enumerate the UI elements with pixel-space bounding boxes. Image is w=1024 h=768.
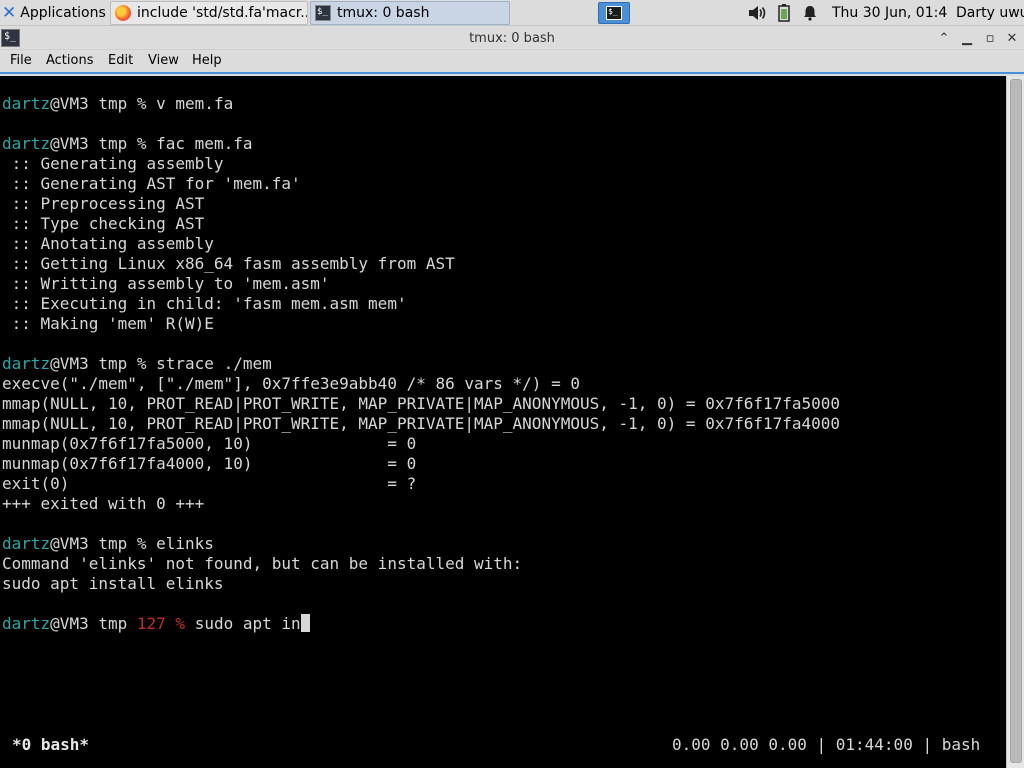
output-line: :: Type checking AST (2, 214, 205, 233)
applications-menu[interactable]: ✕ Applications (0, 0, 110, 26)
notification-bell-icon[interactable] (799, 0, 821, 26)
prompt-host: @VM3 tmp % (50, 134, 157, 153)
menu-help[interactable]: Help (188, 50, 226, 72)
prompt-line: dartz@VM3 tmp % elinks (2, 534, 1002, 554)
menu-actions[interactable]: Actions (42, 50, 98, 72)
output-line: :: Preprocessing AST (2, 194, 205, 213)
prompt-host: @VM3 tmp % (50, 94, 157, 113)
menu-view[interactable]: View (144, 50, 183, 72)
terminal-scrollbar[interactable] (1006, 76, 1024, 768)
output-line: :: Making 'mem' R(W)E (2, 314, 214, 333)
tmux-window-list[interactable]: *0 bash* (12, 735, 89, 755)
maximize-icon[interactable]: ▫ (979, 28, 1001, 49)
prompt-host: @VM3 tmp % (50, 354, 157, 373)
active-prompt-line[interactable]: dartz@VM3 tmp 127 % sudo apt in (2, 614, 1002, 634)
workspace-window-icon: $_ (606, 6, 622, 20)
tmux-status-right: 0.00 0.00 0.00 | 01:44:00 | bash (672, 735, 981, 754)
xfce-logo-icon: ✕ (2, 3, 17, 23)
clock[interactable]: Thu 30 Jun, 01:44 (832, 0, 948, 26)
command-text: v mem.fa (156, 94, 234, 113)
exit-code: 127 % (136, 614, 186, 633)
menu-edit[interactable]: Edit (104, 50, 137, 72)
volume-icon[interactable] (746, 0, 768, 26)
output-line: :: Generating AST for 'mem.fa' (2, 174, 301, 193)
output-line: munmap(0x7f6f17fa5000, 10) = 0 (2, 434, 417, 453)
roll-up-icon[interactable]: ⌃ (933, 28, 955, 49)
window-menu-icon[interactable]: $_ (1, 29, 20, 47)
terminal-output: dartz@VM3 tmp % v mem.fa dartz@VM3 tmp %… (2, 94, 1002, 634)
command-text: strace ./mem (156, 354, 272, 373)
window-title: tmux: 0 bash (469, 31, 555, 46)
prompt-user: dartz (2, 354, 51, 373)
text-cursor (300, 614, 310, 632)
output-line: :: Anotating assembly (2, 234, 214, 253)
prompt-user: dartz (2, 614, 51, 633)
output-line: Command 'elinks' not found, but can be i… (2, 554, 523, 573)
terminal-area[interactable]: dartz@VM3 tmp % v mem.fa dartz@VM3 tmp %… (0, 76, 1006, 768)
command-input[interactable]: sudo apt in (195, 614, 301, 633)
taskbar-item-label: include 'std/std.fa'macr... (137, 5, 307, 21)
output-line: :: Getting Linux x86_64 fasm assembly fr… (2, 254, 455, 273)
prompt-line: dartz@VM3 tmp % v mem.fa (2, 94, 1002, 114)
scrollbar-thumb[interactable] (1010, 79, 1022, 763)
output-line: +++ exited with 0 +++ (2, 494, 205, 513)
applications-label: Applications (20, 5, 106, 21)
menu-file[interactable]: File (6, 50, 36, 72)
taskbar-item-label: tmux: 0 bash (337, 5, 430, 21)
prompt-line: dartz@VM3 tmp % fac mem.fa (2, 134, 1002, 154)
top-panel: ✕ Applications include 'std/std.fa'macr.… (0, 0, 1024, 26)
taskbar-item-tmux[interactable]: $_ tmux: 0 bash (310, 1, 510, 25)
menubar: File Actions Edit View Help (0, 50, 1024, 74)
command-text: elinks (156, 534, 214, 553)
prompt-line: dartz@VM3 tmp % strace ./mem (2, 354, 1002, 374)
output-line: exit(0) = ? (2, 474, 417, 493)
firefox-icon (115, 5, 131, 21)
terminal-icon: $_ (315, 5, 331, 21)
output-line: execve("./mem", ["./mem"], 0x7ffe3e9abb4… (2, 374, 580, 393)
output-line: :: Generating assembly (2, 154, 224, 173)
workspace-switcher[interactable]: $_ (598, 2, 630, 24)
output-line: mmap(NULL, 10, PROT_READ|PROT_WRITE, MAP… (2, 414, 841, 433)
user-menu[interactable]: Darty uwu (956, 0, 1024, 26)
output-line: sudo apt install elinks (2, 574, 224, 593)
command-text: fac mem.fa (156, 134, 253, 153)
output-line: mmap(NULL, 10, PROT_READ|PROT_WRITE, MAP… (2, 394, 841, 413)
prompt-user: dartz (2, 134, 51, 153)
prompt-user: dartz (2, 534, 51, 553)
prompt-user: dartz (2, 94, 51, 113)
window-titlebar[interactable]: tmux: 0 bash $_ ⌃ ▁ ▫ ✕ (0, 27, 1024, 50)
output-line: munmap(0x7f6f17fa4000, 10) = 0 (2, 454, 417, 473)
close-icon[interactable]: ✕ (1001, 28, 1023, 49)
minimize-icon[interactable]: ▁ (956, 28, 978, 49)
output-line: :: Writting assembly to 'mem.asm' (2, 274, 330, 293)
battery-icon[interactable] (773, 0, 795, 26)
taskbar-item-firefox[interactable]: include 'std/std.fa'macr... (110, 1, 308, 25)
output-line: :: Executing in child: 'fasm mem.asm mem… (2, 294, 407, 313)
prompt-host: @VM3 tmp (50, 614, 137, 633)
prompt-host: @VM3 tmp % (50, 534, 157, 553)
